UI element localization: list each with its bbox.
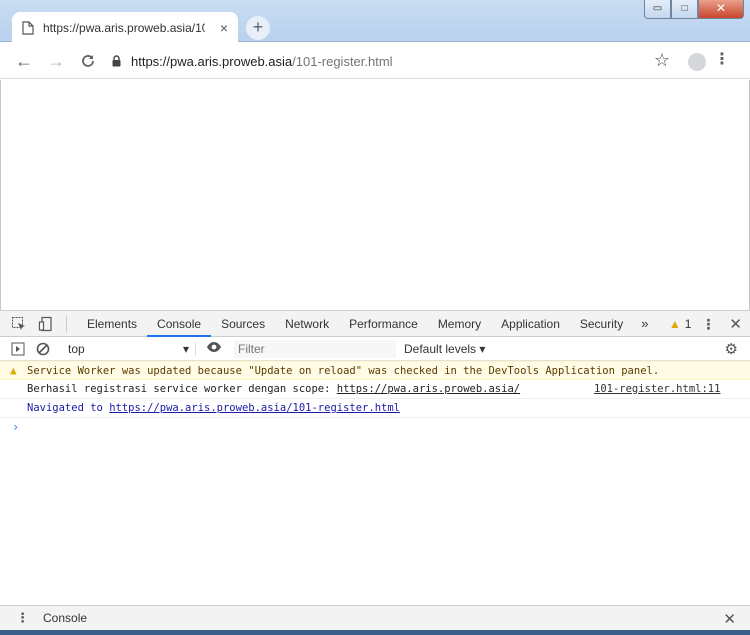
live-expression-eye-icon[interactable]: [206, 341, 222, 356]
url-host: https://pwa.aris.proweb.asia: [131, 53, 293, 69]
warning-icon[interactable]: ▲: [669, 317, 681, 331]
maximize-button[interactable]: □: [671, 0, 698, 19]
log-levels-dropdown[interactable]: Default levels ▾: [404, 342, 485, 356]
minimize-button[interactable]: ▭: [644, 0, 671, 19]
drawer-close-icon[interactable]: ✕: [723, 610, 736, 628]
console-drawer: ⋮ Console ✕: [0, 605, 750, 630]
browser-menu-icon[interactable]: ⋮: [714, 51, 730, 69]
nav-text: Navigated to: [27, 402, 110, 414]
warning-text: Service Worker was updated because "Upda…: [27, 365, 660, 377]
context-selector[interactable]: top ▾: [68, 341, 196, 356]
drawer-title[interactable]: Console: [43, 611, 87, 625]
window-controls: ▭ □ ✕: [644, 0, 744, 19]
tab-console[interactable]: Console: [147, 311, 212, 337]
tab-sources[interactable]: Sources: [211, 311, 275, 337]
close-window-button[interactable]: ✕: [698, 0, 744, 19]
warning-count[interactable]: 1: [685, 317, 692, 331]
bookmark-star-icon[interactable]: ☆: [654, 50, 670, 71]
console-warning-message: ▲ Service Worker was updated because "Up…: [0, 361, 750, 380]
device-toolbar-icon[interactable]: [38, 316, 54, 332]
devtools-tabbar: Elements Console Sources Network Perform…: [0, 310, 750, 337]
warning-icon: ▲: [10, 364, 17, 377]
console-prompt[interactable]: ›: [0, 418, 750, 436]
toolbar-divider: [66, 315, 67, 332]
tab-memory[interactable]: Memory: [428, 311, 491, 337]
inspect-element-icon[interactable]: [11, 316, 27, 332]
source-link[interactable]: 101-register.html:11: [594, 380, 720, 398]
console-output: ▲ Service Worker was updated because "Up…: [0, 361, 750, 605]
chevron-down-icon: ▾: [182, 341, 189, 356]
drawer-menu-icon[interactable]: ⋮: [16, 610, 29, 626]
more-tabs-icon[interactable]: »: [633, 316, 656, 331]
tab-performance[interactable]: Performance: [339, 311, 428, 337]
browser-tab[interactable]: https://pwa.aris.proweb.asia/101-registe…: [12, 12, 238, 44]
tab-elements[interactable]: Elements: [77, 311, 147, 337]
log-text: Berhasil registrasi service worker denga…: [27, 383, 337, 395]
console-log-message: Berhasil registrasi service worker denga…: [0, 380, 750, 399]
profile-avatar[interactable]: [688, 53, 706, 71]
os-taskbar: [0, 630, 750, 635]
tab-close-icon[interactable]: ×: [220, 20, 228, 36]
clear-console-icon[interactable]: [36, 342, 50, 356]
devtools-right-controls: ▲ 1 ⋮ ✕: [669, 311, 742, 337]
forward-icon[interactable]: →: [42, 47, 70, 75]
devtools-menu-icon[interactable]: ⋮: [701, 316, 715, 333]
scope-link[interactable]: https://pwa.aris.proweb.asia/: [337, 383, 520, 395]
tab-application[interactable]: Application: [491, 311, 570, 337]
window-titlebar: https://pwa.aris.proweb.asia/101-registe…: [0, 0, 750, 44]
devtools-close-icon[interactable]: ✕: [729, 315, 742, 333]
page-viewport: [0, 80, 750, 310]
console-toolbar: top ▾ Default levels ▾ ⚙: [0, 337, 750, 361]
lock-icon: [112, 55, 121, 67]
filter-input[interactable]: [234, 339, 396, 358]
browser-toolbar: ← → https://pwa.aris.proweb.asia/101-reg…: [0, 43, 750, 79]
new-tab-button[interactable]: +: [246, 16, 270, 40]
address-bar[interactable]: https://pwa.aris.proweb.asia/101-registe…: [108, 48, 682, 74]
context-value: top: [68, 341, 85, 356]
page-icon: [22, 21, 34, 35]
gear-icon[interactable]: ⚙: [725, 340, 738, 358]
navigated-url-link[interactable]: https://pwa.aris.proweb.asia/101-registe…: [109, 402, 400, 414]
tab-network[interactable]: Network: [275, 311, 339, 337]
url-path: /101-register.html: [292, 53, 393, 69]
reload-icon[interactable]: [74, 47, 102, 75]
back-icon[interactable]: ←: [10, 47, 38, 75]
tab-security[interactable]: Security: [570, 311, 633, 337]
sidebar-toggle-icon[interactable]: [11, 342, 25, 356]
tab-title: https://pwa.aris.proweb.asia/101-registe…: [43, 21, 205, 35]
console-navigation-message: Navigated to https://pwa.aris.proweb.asi…: [0, 399, 750, 418]
